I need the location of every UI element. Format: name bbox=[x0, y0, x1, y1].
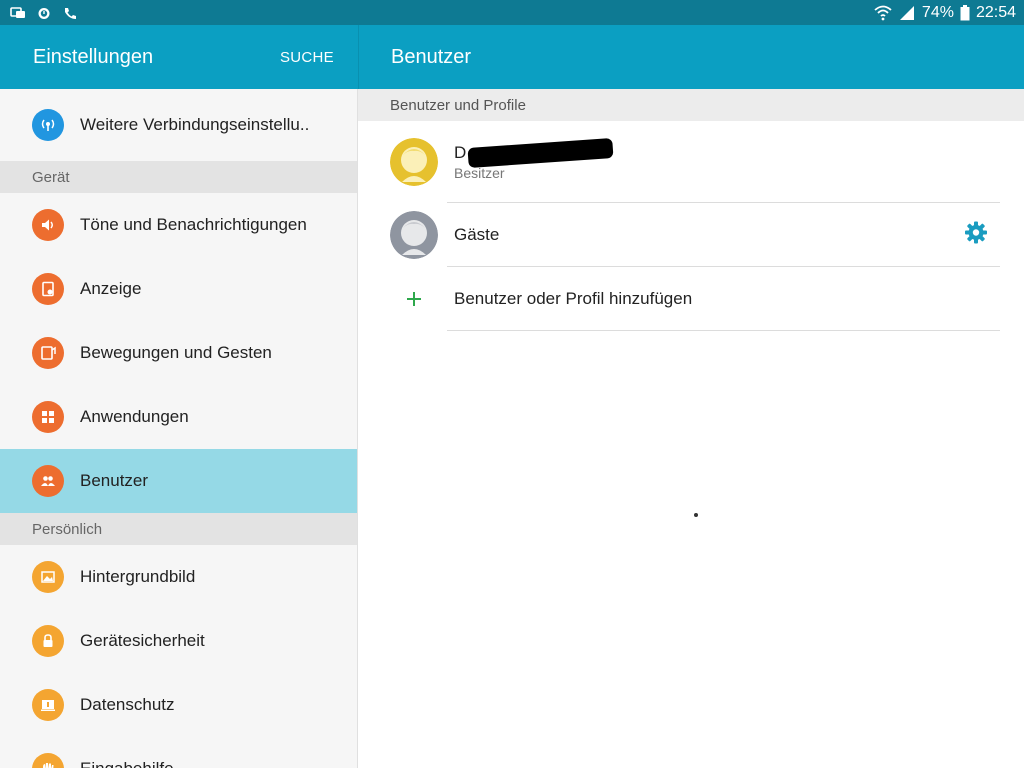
guest-avatar bbox=[390, 211, 438, 259]
signal-icon bbox=[898, 5, 916, 21]
screen-speck bbox=[694, 513, 698, 517]
add-user-label: Benutzer oder Profil hinzufügen bbox=[454, 289, 693, 308]
section-header-geraet: Gerät bbox=[0, 161, 357, 193]
status-bar: 74% 22:54 bbox=[0, 0, 1024, 25]
owner-name: D bbox=[454, 138, 614, 169]
section-header-benutzer-und-profile: Benutzer und Profile bbox=[358, 89, 1024, 121]
sidebar-item-toene[interactable]: Töne und Benachrichtigungen bbox=[0, 193, 357, 257]
notification-icon bbox=[10, 6, 26, 20]
redaction-mark bbox=[467, 138, 614, 169]
phone-icon bbox=[62, 6, 78, 20]
sidebar-item-label: Datenschutz bbox=[80, 695, 175, 714]
sidebar-item-bewegungen[interactable]: Bewegungen und Gesten bbox=[0, 321, 357, 385]
display-icon bbox=[32, 273, 64, 305]
sidebar-item-label: Töne und Benachrichtigungen bbox=[80, 215, 307, 234]
sidebar-item-hintergrundbild[interactable]: Hintergrundbild bbox=[0, 545, 357, 609]
gear-icon[interactable] bbox=[964, 221, 988, 250]
sidebar-item-label: Gerätesicherheit bbox=[80, 631, 205, 650]
owner-avatar bbox=[390, 138, 438, 186]
sidebar-item-weitere-verbindungen[interactable]: Weitere Verbindungseinstellu.. bbox=[0, 89, 357, 161]
alarm-icon bbox=[36, 6, 52, 20]
sidebar-item-label: Bewegungen und Gesten bbox=[80, 343, 272, 362]
network-icon bbox=[32, 109, 64, 141]
sidebar-item-anwendungen[interactable]: Anwendungen bbox=[0, 385, 357, 449]
settings-sidebar: Weitere Verbindungseinstellu.. Gerät Tön… bbox=[0, 89, 358, 768]
guest-user-row[interactable]: Gäste bbox=[358, 203, 1024, 267]
motion-icon bbox=[32, 337, 64, 369]
settings-title: Einstellungen bbox=[33, 45, 154, 68]
owner-name-initial: D bbox=[454, 142, 467, 162]
battery-percent: 74% bbox=[921, 3, 954, 21]
search-button[interactable]: SUCHE bbox=[280, 49, 334, 66]
section-header-persoenlich: Persönlich bbox=[0, 513, 357, 545]
privacy-icon bbox=[32, 689, 64, 721]
accessibility-icon bbox=[32, 753, 64, 768]
sidebar-item-label: Hintergrundbild bbox=[80, 567, 196, 586]
wifi-icon bbox=[874, 5, 892, 21]
battery-icon bbox=[960, 4, 970, 21]
users-icon bbox=[32, 465, 64, 497]
sidebar-item-label: Weitere Verbindungseinstellu.. bbox=[80, 115, 310, 134]
settings-header: Einstellungen SUCHE bbox=[0, 25, 358, 89]
sound-icon bbox=[32, 209, 64, 241]
sidebar-item-anzeige[interactable]: Anzeige bbox=[0, 257, 357, 321]
users-detail-panel: Benutzer und Profile D Besitzer Gäste Be… bbox=[358, 89, 1024, 768]
owner-user-row[interactable]: D Besitzer bbox=[358, 121, 1024, 203]
sidebar-item-label: Eingabehilfe bbox=[80, 759, 174, 768]
sidebar-item-eingabehilfe[interactable]: Eingabehilfe bbox=[0, 737, 357, 768]
lock-icon bbox=[32, 625, 64, 657]
apps-icon bbox=[32, 401, 64, 433]
wallpaper-icon bbox=[32, 561, 64, 593]
plus-icon bbox=[390, 291, 438, 307]
sidebar-item-label: Anzeige bbox=[80, 279, 142, 298]
sidebar-item-datenschutz[interactable]: Datenschutz bbox=[0, 673, 357, 737]
owner-role: Besitzer bbox=[454, 165, 505, 182]
sidebar-item-label: Benutzer bbox=[80, 471, 149, 490]
clock: 22:54 bbox=[975, 3, 1016, 21]
sidebar-item-label: Anwendungen bbox=[80, 407, 189, 426]
page-title: Benutzer bbox=[391, 45, 472, 68]
detail-header: Benutzer bbox=[358, 25, 1024, 89]
guest-name: Gäste bbox=[454, 225, 500, 244]
app-bar: Einstellungen SUCHE Benutzer bbox=[0, 25, 1024, 89]
divider bbox=[447, 330, 1000, 331]
sidebar-item-benutzer[interactable]: Benutzer bbox=[0, 449, 357, 513]
add-user-row[interactable]: Benutzer oder Profil hinzufügen bbox=[358, 267, 1024, 331]
sidebar-item-geraetesicherheit[interactable]: Gerätesicherheit bbox=[0, 609, 357, 673]
